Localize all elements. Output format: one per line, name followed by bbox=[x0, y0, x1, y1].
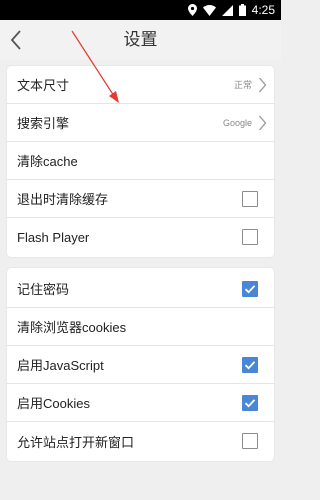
text-size-label: 文本尺寸 bbox=[17, 78, 70, 93]
status-bar: 4:25 bbox=[0, 0, 281, 20]
chevron-right-icon bbox=[259, 115, 267, 131]
remember-password-label: 记住密码 bbox=[17, 282, 70, 297]
text-size-row[interactable]: 文本尺寸 正常 bbox=[7, 66, 274, 104]
clear-cookies-row[interactable]: 清除浏览器cookies bbox=[7, 308, 274, 346]
allow-new-windows-checkbox[interactable] bbox=[242, 433, 258, 449]
wifi-icon bbox=[202, 1, 216, 20]
settings-card-general: 文本尺寸 正常 搜索引擎 Google 清除cache 退出时清除缓存 Flas… bbox=[7, 66, 274, 257]
enable-javascript-checkbox[interactable] bbox=[242, 357, 258, 373]
enable-cookies-checkbox[interactable] bbox=[242, 395, 258, 411]
flash-player-label: Flash Player bbox=[17, 229, 90, 245]
clear-cache-on-exit-checkbox[interactable] bbox=[242, 191, 258, 207]
search-engine-label: 搜索引擎 bbox=[17, 116, 70, 131]
settings-card-privacy: 记住密码 清除浏览器cookies 启用JavaScript 启用Cookies… bbox=[7, 268, 274, 461]
chevron-right-icon bbox=[259, 77, 267, 93]
enable-cookies-label: 启用Cookies bbox=[17, 396, 90, 411]
clear-cookies-label: 清除浏览器cookies bbox=[17, 320, 127, 335]
battery-icon bbox=[238, 1, 246, 20]
allow-new-windows-label: 允许站点打开新窗口 bbox=[17, 434, 135, 450]
text-size-value: 正常 bbox=[233, 80, 252, 90]
remember-password-row[interactable]: 记住密码 bbox=[7, 270, 274, 308]
back-button[interactable] bbox=[2, 24, 30, 56]
signal-icon bbox=[221, 1, 233, 20]
location-icon bbox=[187, 1, 197, 20]
enable-javascript-row[interactable]: 启用JavaScript bbox=[7, 346, 274, 384]
status-icons: 4:25 bbox=[187, 0, 275, 20]
enable-cookies-row[interactable]: 启用Cookies bbox=[7, 384, 274, 422]
enable-javascript-label: 启用JavaScript bbox=[17, 358, 104, 373]
flash-player-row[interactable]: Flash Player bbox=[7, 218, 274, 256]
clear-cache-label: 清除cache bbox=[17, 154, 78, 169]
checkmark-icon bbox=[244, 361, 256, 370]
remember-password-checkbox[interactable] bbox=[242, 281, 258, 297]
search-engine-value: Google bbox=[222, 117, 252, 128]
search-engine-row[interactable]: 搜索引擎 Google bbox=[7, 104, 274, 142]
allow-new-windows-row[interactable]: 允许站点打开新窗口 bbox=[7, 422, 274, 460]
clear-cache-on-exit-label: 退出时清除缓存 bbox=[17, 192, 109, 207]
checkmark-icon bbox=[244, 285, 256, 294]
status-time: 4:25 bbox=[251, 3, 275, 17]
flash-player-checkbox[interactable] bbox=[242, 229, 258, 245]
header: 设置 bbox=[0, 20, 281, 60]
checkmark-icon bbox=[244, 399, 256, 408]
back-arrow-icon bbox=[10, 30, 21, 50]
clear-cache-row[interactable]: 清除cache bbox=[7, 142, 274, 180]
page-title: 设置 bbox=[123, 30, 158, 50]
clear-cache-on-exit-row[interactable]: 退出时清除缓存 bbox=[7, 180, 274, 218]
